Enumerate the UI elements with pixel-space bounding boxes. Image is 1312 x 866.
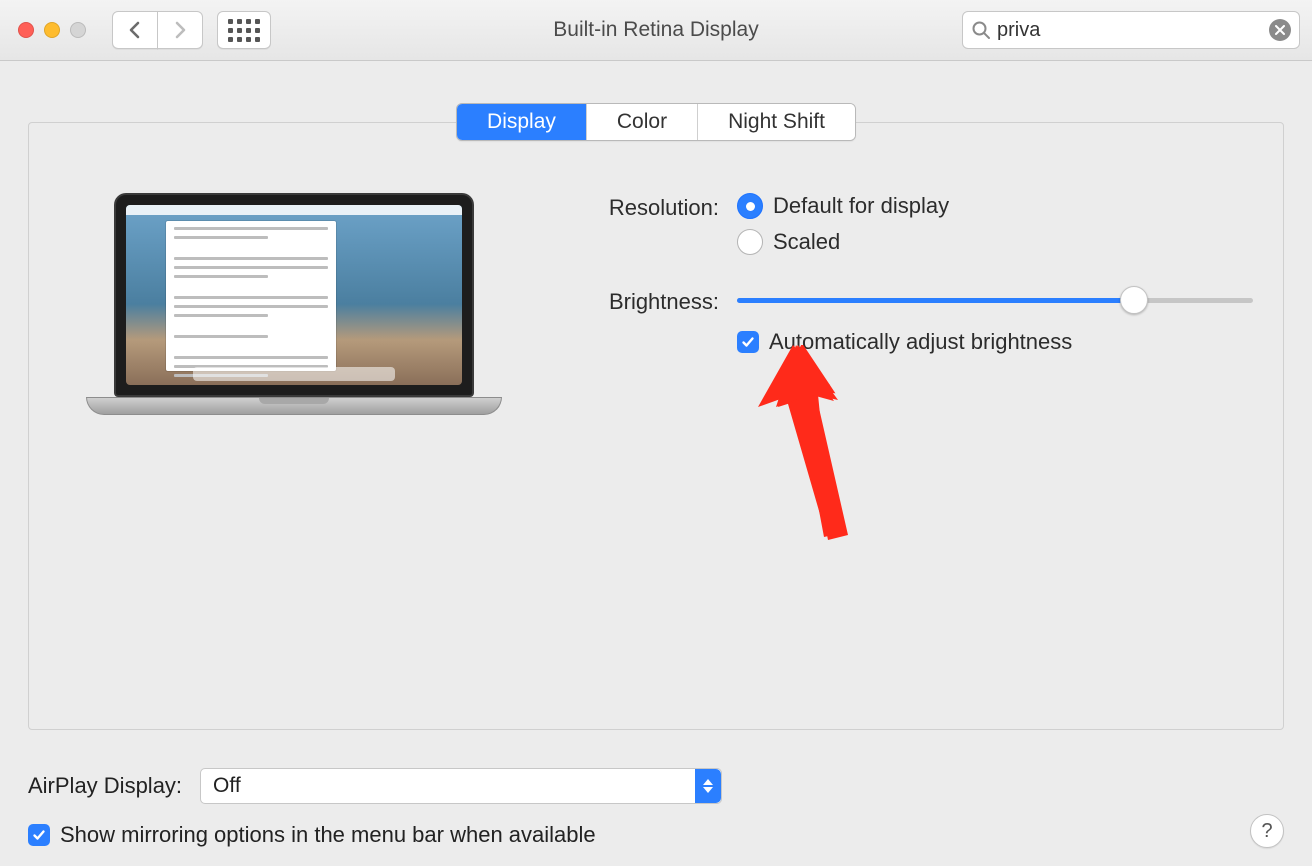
- settings-form: Resolution: Default for display Scaled: [569, 193, 1253, 415]
- tab-display[interactable]: Display: [457, 104, 586, 140]
- mirroring-checkbox[interactable]: Show mirroring options in the menu bar w…: [28, 822, 596, 848]
- close-window-button[interactable]: [18, 22, 34, 38]
- airplay-label: AirPlay Display:: [28, 773, 182, 799]
- grid-icon: [228, 19, 260, 42]
- chevron-right-icon: [173, 21, 187, 39]
- display-thumbnail: [59, 193, 529, 415]
- resolution-default-label: Default for display: [773, 193, 949, 219]
- show-all-button[interactable]: [217, 11, 271, 49]
- search-icon: [971, 20, 991, 40]
- laptop-illustration: [114, 193, 474, 415]
- bottom-controls: AirPlay Display: Off Show mirroring opti…: [28, 768, 1284, 848]
- window-toolbar: Built-in Retina Display: [0, 0, 1312, 61]
- resolution-scaled-label: Scaled: [773, 229, 840, 255]
- checkbox-checked-icon: [28, 824, 50, 846]
- brightness-slider[interactable]: [737, 287, 1253, 313]
- tab-night-shift[interactable]: Night Shift: [697, 104, 855, 140]
- resolution-label: Resolution:: [569, 193, 737, 221]
- resolution-scaled-radio[interactable]: Scaled: [737, 229, 1253, 255]
- brightness-label: Brightness:: [569, 287, 737, 315]
- zoom-window-button[interactable]: [70, 22, 86, 38]
- nav-buttons: [112, 11, 203, 49]
- back-button[interactable]: [112, 11, 158, 49]
- tab-color[interactable]: Color: [586, 104, 697, 140]
- chevron-left-icon: [128, 21, 142, 39]
- preferences-window: Built-in Retina Display Display Color Ni…: [0, 0, 1312, 866]
- forward-button[interactable]: [157, 11, 203, 49]
- radio-selected-icon: [737, 193, 763, 219]
- auto-brightness-checkbox[interactable]: Automatically adjust brightness: [737, 329, 1253, 355]
- tab-switcher: Display Color Night Shift: [0, 103, 1312, 141]
- clear-search-button[interactable]: [1269, 19, 1291, 41]
- slider-knob-icon[interactable]: [1120, 286, 1148, 314]
- mirroring-label: Show mirroring options in the menu bar w…: [60, 822, 596, 848]
- window-controls: [18, 22, 86, 38]
- search-field[interactable]: [962, 11, 1300, 49]
- help-button[interactable]: ?: [1250, 814, 1284, 848]
- radio-unselected-icon: [737, 229, 763, 255]
- popup-stepper-icon: [695, 769, 721, 803]
- checkbox-checked-icon: [737, 331, 759, 353]
- search-input[interactable]: [991, 19, 1269, 42]
- x-icon: [1275, 25, 1285, 35]
- airplay-popup[interactable]: Off: [200, 768, 722, 804]
- minimize-window-button[interactable]: [44, 22, 60, 38]
- resolution-default-radio[interactable]: Default for display: [737, 193, 1253, 219]
- auto-brightness-label: Automatically adjust brightness: [769, 329, 1072, 355]
- airplay-value: Off: [201, 774, 695, 798]
- settings-panel: Resolution: Default for display Scaled: [28, 122, 1284, 730]
